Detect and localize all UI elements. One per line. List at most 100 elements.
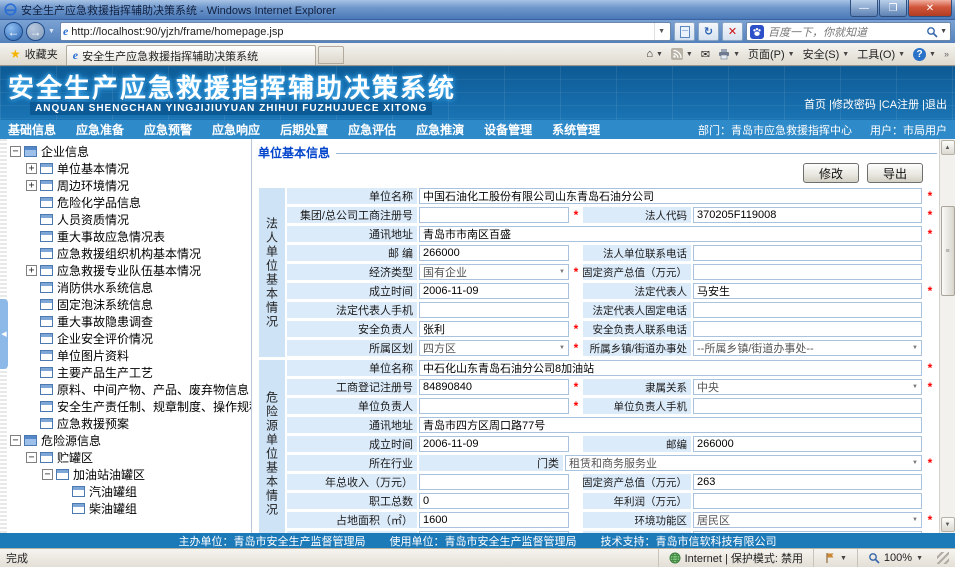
privacy-button[interactable]: ▼ bbox=[813, 549, 857, 567]
nav-item-2[interactable]: 应急预警 bbox=[144, 121, 192, 138]
scroll-down-icon[interactable]: ▼ bbox=[941, 517, 955, 532]
field-select[interactable]: 国有企业▼ bbox=[419, 264, 569, 280]
tree-item[interactable]: −加油站油罐区 bbox=[10, 466, 251, 483]
field-select[interactable]: 四方区▼ bbox=[419, 340, 569, 356]
field-select[interactable]: 中央▼ bbox=[693, 379, 922, 395]
search-input[interactable]: 百度一下，你就知道 bbox=[768, 24, 922, 40]
tree-item[interactable]: 应急救援预案 bbox=[10, 415, 251, 432]
export-button[interactable]: 导出 bbox=[867, 163, 923, 183]
help-menu[interactable]: ?▼ bbox=[913, 48, 936, 61]
scrollbar-track[interactable]: ≡ bbox=[941, 156, 955, 516]
tree-item[interactable]: −企业信息 bbox=[10, 143, 251, 160]
tree-item[interactable]: 危险化学品信息 bbox=[10, 194, 251, 211]
collapse-icon[interactable]: − bbox=[26, 452, 37, 463]
collapse-icon[interactable]: − bbox=[10, 146, 21, 157]
tree-item[interactable]: +单位基本情况 bbox=[10, 160, 251, 177]
header-link-2[interactable]: CA注册 bbox=[882, 99, 919, 111]
field-input[interactable]: 青岛市市南区百盛 bbox=[419, 226, 922, 242]
resize-grip[interactable] bbox=[937, 552, 949, 564]
tree-item[interactable]: 安全生产责任制、规章制度、操作规程信息 bbox=[10, 398, 251, 415]
field-input[interactable]: 马安生 bbox=[693, 283, 922, 299]
history-dropdown-icon[interactable]: ▼ bbox=[48, 28, 55, 35]
tools-menu[interactable]: 工具(O)▼ bbox=[857, 46, 905, 62]
expand-icon[interactable]: + bbox=[26, 163, 37, 174]
expand-icon[interactable]: + bbox=[26, 265, 37, 276]
back-button[interactable]: ← bbox=[4, 22, 23, 41]
modify-button[interactable]: 修改 bbox=[803, 163, 859, 183]
field-input[interactable] bbox=[693, 302, 922, 318]
tree-item[interactable]: −危险源信息 bbox=[10, 432, 251, 449]
field-input[interactable]: 0 bbox=[419, 493, 569, 509]
zoom-control[interactable]: 100% ▼ bbox=[857, 549, 933, 567]
field-input[interactable] bbox=[419, 398, 569, 414]
field-input[interactable]: 中石化山东青岛石油分公司8加油站 bbox=[419, 360, 922, 376]
nav-item-5[interactable]: 应急评估 bbox=[348, 121, 396, 138]
refresh-button[interactable]: ↻ bbox=[698, 22, 719, 41]
field-input[interactable] bbox=[419, 207, 569, 223]
tree-item[interactable]: 柴油罐组 bbox=[10, 500, 251, 517]
nav-item-7[interactable]: 设备管理 bbox=[484, 121, 532, 138]
field-input[interactable]: 中国石油化工股份有限公司山东青岛石油分公司 bbox=[419, 188, 922, 204]
url-dropdown-icon[interactable]: ▼ bbox=[654, 23, 668, 40]
field-select[interactable]: 居民区▼ bbox=[693, 512, 922, 528]
page-menu[interactable]: 页面(P)▼ bbox=[748, 46, 795, 62]
scroll-up-icon[interactable]: ▲ bbox=[941, 140, 955, 155]
field-input[interactable] bbox=[693, 493, 922, 509]
favorites-button[interactable]: ★ 收藏夹 bbox=[2, 43, 66, 65]
toolbar-overflow-icon[interactable]: » bbox=[944, 49, 949, 59]
tree-item[interactable]: 企业安全评价情况 bbox=[10, 330, 251, 347]
field-input[interactable]: 张利 bbox=[419, 321, 569, 337]
tree-item[interactable]: 原料、中间产物、产品、废弃物信息 bbox=[10, 381, 251, 398]
nav-item-0[interactable]: 基础信息 bbox=[8, 121, 56, 138]
field-input[interactable]: 370205F119008 bbox=[693, 207, 922, 223]
tree-item[interactable]: 重大事故隐患调查 bbox=[10, 313, 251, 330]
tree-item[interactable]: 消防供水系统信息 bbox=[10, 279, 251, 296]
vertical-scrollbar[interactable]: ▲ ≡ ▼ bbox=[939, 139, 955, 533]
field-input[interactable]: 266000 bbox=[419, 245, 569, 261]
field-select[interactable]: 租赁和商务服务业▼ bbox=[565, 455, 922, 471]
tree-item[interactable]: 主要产品生产工艺 bbox=[10, 364, 251, 381]
field-input[interactable] bbox=[693, 321, 922, 337]
scrollbar-thumb[interactable]: ≡ bbox=[941, 206, 955, 296]
header-link-1[interactable]: 修改密码 bbox=[832, 99, 876, 111]
nav-item-8[interactable]: 系统管理 bbox=[552, 121, 600, 138]
tree-item[interactable]: 单位图片资料 bbox=[10, 347, 251, 364]
field-select[interactable]: --所属乡镇/街道办事处--▼ bbox=[693, 340, 922, 356]
print-button[interactable]: ▼ bbox=[718, 48, 740, 60]
expand-icon[interactable]: + bbox=[26, 180, 37, 191]
collapse-icon[interactable]: − bbox=[10, 435, 21, 446]
feeds-button[interactable]: ▼ bbox=[671, 48, 693, 60]
field-input[interactable]: 1600 bbox=[419, 512, 569, 528]
nav-item-6[interactable]: 应急推演 bbox=[416, 121, 464, 138]
compatibility-view-button[interactable] bbox=[674, 22, 695, 41]
tree-item[interactable]: 应急救援组织机构基本情况 bbox=[10, 245, 251, 262]
read-mail-button[interactable]: ✉ bbox=[701, 48, 710, 61]
tree-item[interactable]: 固定泡沫系统信息 bbox=[10, 296, 251, 313]
tree-item[interactable]: 重大事故应急情况表 bbox=[10, 228, 251, 245]
tree-item[interactable]: 人员资质情况 bbox=[10, 211, 251, 228]
collapse-icon[interactable]: − bbox=[42, 469, 53, 480]
minimize-button[interactable]: — bbox=[850, 0, 878, 17]
home-button[interactable]: ⌂▼ bbox=[646, 48, 663, 60]
tree-item[interactable]: 汽油罐组 bbox=[10, 483, 251, 500]
field-input[interactable] bbox=[419, 302, 569, 318]
header-link-3[interactable]: 退出 bbox=[925, 99, 947, 111]
field-input[interactable]: 2006-11-09 bbox=[419, 283, 569, 299]
close-button[interactable]: ✕ bbox=[908, 0, 952, 17]
field-input[interactable]: 266000 bbox=[693, 436, 922, 452]
search-go-button[interactable]: ▼ bbox=[926, 26, 947, 38]
tree-item[interactable]: −贮罐区 bbox=[10, 449, 251, 466]
field-input[interactable]: 2006-11-09 bbox=[419, 436, 569, 452]
maximize-button[interactable]: ❐ bbox=[879, 0, 907, 17]
url-field[interactable]: e http://localhost:90/yjzh/frame/homepag… bbox=[60, 22, 671, 41]
forward-button[interactable]: → bbox=[26, 22, 45, 41]
field-input[interactable] bbox=[419, 474, 569, 490]
nav-item-4[interactable]: 后期处置 bbox=[280, 121, 328, 138]
header-link-0[interactable]: 首页 bbox=[804, 99, 826, 111]
page-tab[interactable]: e 安全生产应急救援指挥辅助决策系统 bbox=[66, 45, 316, 65]
new-tab-button[interactable] bbox=[318, 46, 344, 64]
field-input[interactable] bbox=[693, 245, 922, 261]
tree-item[interactable]: +应急救援专业队伍基本情况 bbox=[10, 262, 251, 279]
search-dropdown-icon[interactable]: ▼ bbox=[940, 28, 947, 35]
nav-item-3[interactable]: 应急响应 bbox=[212, 121, 260, 138]
